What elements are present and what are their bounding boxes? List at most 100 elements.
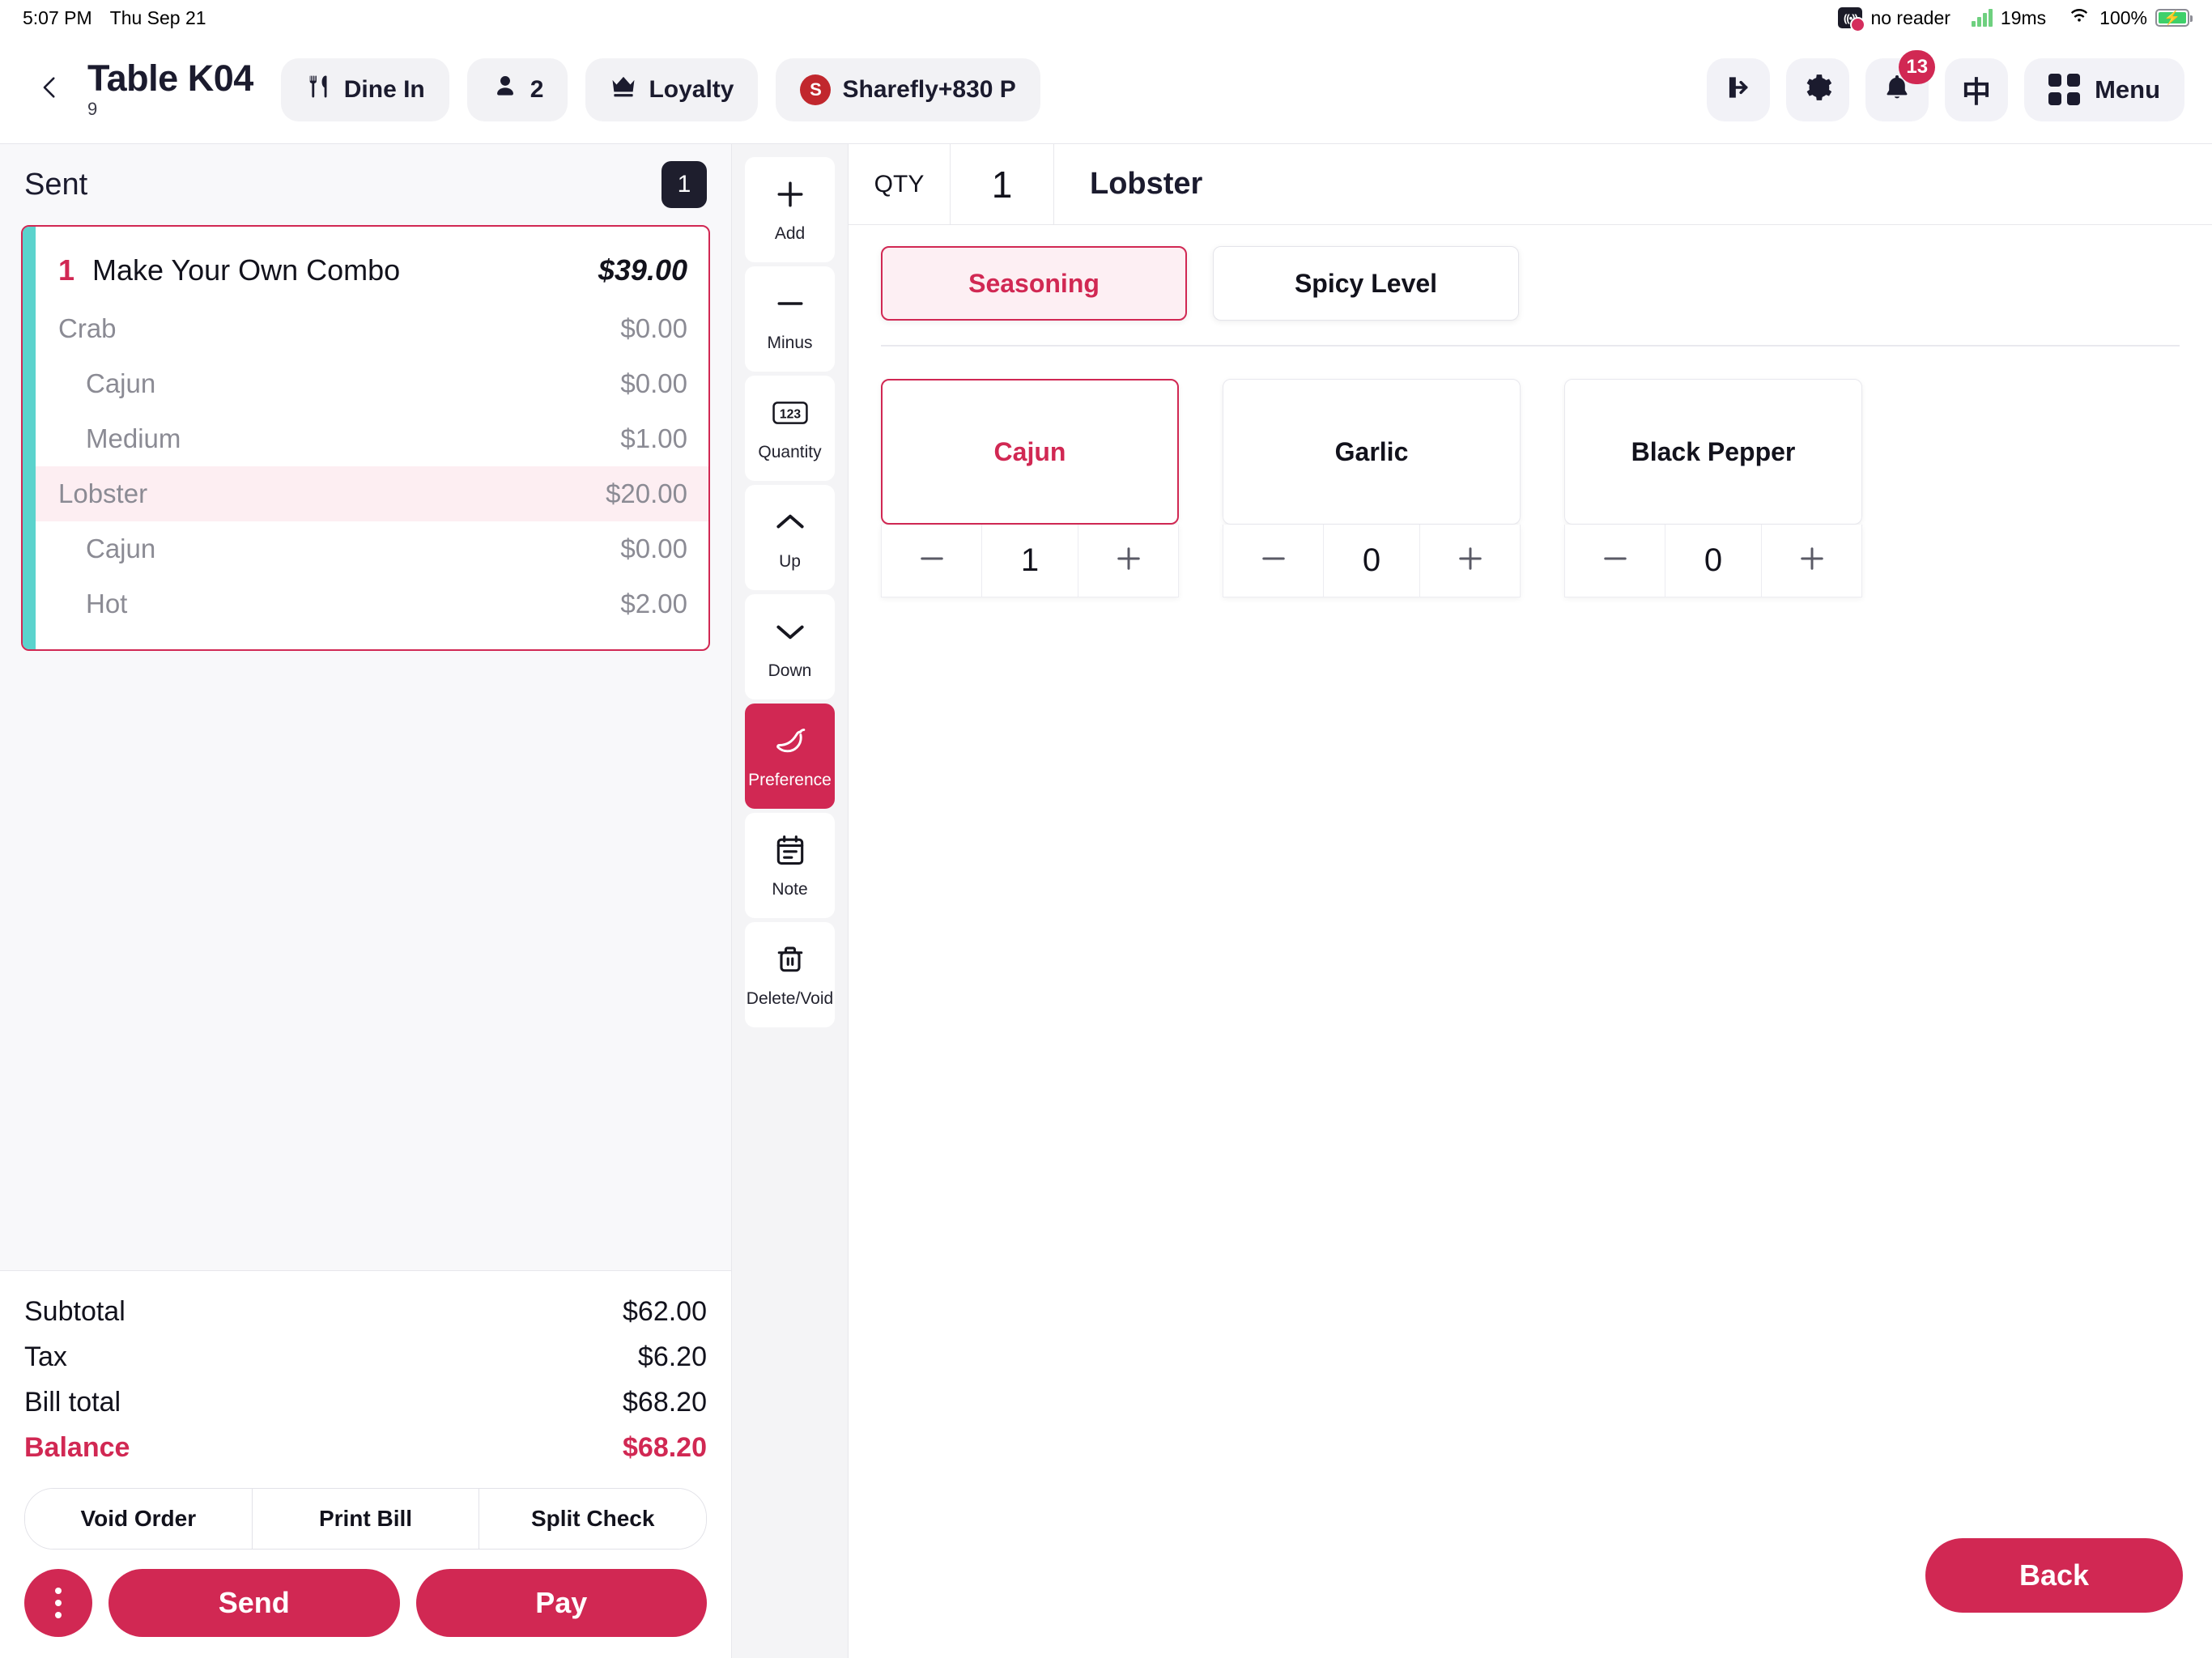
status-bar-right: ((•)) no reader 19ms 100% ⚡ [1838, 6, 2193, 32]
tool-down[interactable]: Down [745, 594, 835, 699]
order-option-row[interactable]: Cajun $0.00 [23, 521, 708, 576]
dine-in-button[interactable]: Dine In [280, 57, 449, 121]
tool-label: Note [772, 879, 808, 899]
tool-note[interactable]: Note [745, 813, 835, 918]
chevron-up-icon [772, 504, 808, 544]
total-value: $68.20 [623, 1386, 707, 1418]
ios-status-bar: 5:07 PM Thu Sep 21 ((•)) no reader 19ms … [0, 0, 2212, 36]
print-bill-button[interactable]: Print Bill [252, 1489, 480, 1549]
tool-minus[interactable]: Minus [745, 266, 835, 372]
note-icon [772, 832, 808, 872]
total-label: Subtotal [24, 1295, 125, 1327]
more-options-button[interactable] [24, 1569, 92, 1637]
menu-button[interactable]: Menu [2024, 57, 2184, 121]
decrement-button[interactable] [882, 525, 981, 597]
order-option-name: Hot [86, 589, 128, 619]
modifier-quantity-stepper: 0 [1564, 525, 1862, 597]
minus-icon [1598, 542, 1632, 580]
decrement-button[interactable] [1223, 525, 1323, 597]
guest-count-button[interactable]: 2 [466, 57, 568, 121]
loyalty-button[interactable]: Loyalty [585, 57, 759, 121]
order-item-main-row[interactable]: 1 Make Your Own Combo $39.00 [23, 240, 708, 301]
card-reader-status: ((•)) no reader [1838, 7, 1950, 32]
tool-label: Add [774, 223, 806, 243]
order-option-row[interactable]: Lobster $20.00 [23, 466, 708, 521]
customer-button[interactable]: S Sharefly+830 P [776, 57, 1040, 121]
tool-label: Up [779, 551, 801, 571]
modifier-option-card[interactable]: Black Pepper [1564, 379, 1862, 525]
decrement-button[interactable] [1565, 525, 1665, 597]
plus-icon [772, 176, 808, 216]
customer-avatar: S [800, 74, 832, 105]
tool-rail: Add Minus 123 Quantity Up Down Preference Note D… [732, 144, 849, 1658]
modifier-quantity-stepper: 1 [881, 525, 1179, 597]
tool-label: Down [768, 661, 812, 680]
settings-button[interactable] [1786, 57, 1850, 121]
clock-date: Thu Sep 21 [109, 6, 206, 28]
more-vertical-icon [55, 1588, 62, 1618]
order-option-name: Crab [58, 313, 117, 343]
balance-row: Balance $68.20 [24, 1425, 707, 1470]
increment-button[interactable] [1078, 525, 1178, 597]
tool-label: Minus [767, 333, 813, 352]
tool-delete-void[interactable]: Delete/Void [745, 922, 835, 1027]
order-item-card[interactable]: 1 Make Your Own Combo $39.00 Crab $0.00 Ca… [21, 225, 710, 651]
tool-add[interactable]: Add [745, 157, 835, 262]
signal-bars-icon [1971, 9, 1993, 27]
modifier-option: Garlic 0 [1223, 379, 1521, 597]
order-option-row[interactable]: Medium $1.00 [23, 411, 708, 466]
dine-in-label: Dine In [343, 75, 425, 103]
battery-icon: ⚡ [2155, 9, 2193, 27]
tool-quantity[interactable]: 123 Quantity [745, 376, 835, 481]
chevron-left-icon [36, 74, 64, 105]
card-reader-icon: ((•)) [1838, 7, 1866, 32]
table-title-block: Table K04 9 [87, 59, 253, 119]
total-row: Tax $6.20 [24, 1334, 707, 1380]
detail-item-name: Lobster [1090, 167, 1203, 201]
modifier-quantity-stepper: 0 [1223, 525, 1521, 597]
send-button[interactable]: Send [108, 1569, 400, 1637]
logout-icon [1723, 72, 1754, 107]
increment-button[interactable] [1420, 525, 1520, 597]
order-panel: Sent 1 1 Make Your Own Combo $39.00 Crab… [0, 144, 732, 1658]
pay-button[interactable]: Pay [415, 1569, 707, 1637]
total-value: $6.20 [637, 1341, 707, 1372]
void-order-button[interactable]: Void Order [25, 1489, 253, 1549]
modifier-option: Black Pepper 0 [1564, 379, 1862, 597]
split-check-button[interactable]: Split Check [479, 1489, 706, 1549]
order-option-name: Lobster [58, 478, 148, 508]
back-button[interactable]: Back [1925, 1538, 2183, 1613]
increment-button[interactable] [1762, 525, 1861, 597]
network-latency: 19ms [1971, 7, 2046, 29]
page-subtitle: 9 [87, 98, 98, 119]
modifier-detail-panel: QTY 1 Lobster Seasoning Spicy Level Cajun… [849, 144, 2212, 1658]
language-toggle-button[interactable]: 中 [1945, 57, 2009, 121]
order-item-count-badge: 1 [661, 161, 707, 208]
order-item-price: $39.00 [598, 253, 687, 287]
modifier-option-card[interactable]: Garlic [1223, 379, 1521, 525]
qty-value: 1 [951, 144, 1054, 224]
order-option-name: Cajun [86, 368, 156, 398]
minus-icon [1257, 542, 1291, 580]
back-navigation-button[interactable] [24, 64, 76, 116]
tab-seasoning[interactable]: Seasoning [881, 246, 1187, 321]
minus-icon [772, 286, 808, 325]
quantity-123-icon: 123 [772, 395, 808, 435]
order-option-price: $2.00 [620, 589, 687, 619]
main-content: Sent 1 1 Make Your Own Combo $39.00 Crab… [0, 144, 2212, 1658]
header-actions: 13 中 Menu [1707, 49, 2184, 121]
app-header: Table K04 9 Dine In 2 Loyalty S Sharefly… [0, 36, 2212, 144]
logout-button[interactable] [1707, 57, 1771, 121]
plus-icon [1453, 542, 1487, 580]
tab-spicy-level[interactable]: Spicy Level [1213, 246, 1519, 321]
modifier-option-card[interactable]: Cajun [881, 379, 1179, 525]
notifications-button[interactable]: 13 [1865, 49, 1936, 121]
tool-up[interactable]: Up [745, 485, 835, 590]
order-items-list[interactable]: 1 Make Your Own Combo $39.00 Crab $0.00 Ca… [0, 225, 731, 1270]
tool-preference[interactable]: Preference [745, 704, 835, 809]
order-option-row[interactable]: Hot $2.00 [23, 576, 708, 631]
order-option-row[interactable]: Crab $0.00 [23, 301, 708, 356]
customer-label: Sharefly+830 P [842, 75, 1016, 103]
modifier-options: Cajun 1 Garlic 0 Black Pepper 0 [849, 346, 2212, 597]
order-option-row[interactable]: Cajun $0.00 [23, 356, 708, 411]
